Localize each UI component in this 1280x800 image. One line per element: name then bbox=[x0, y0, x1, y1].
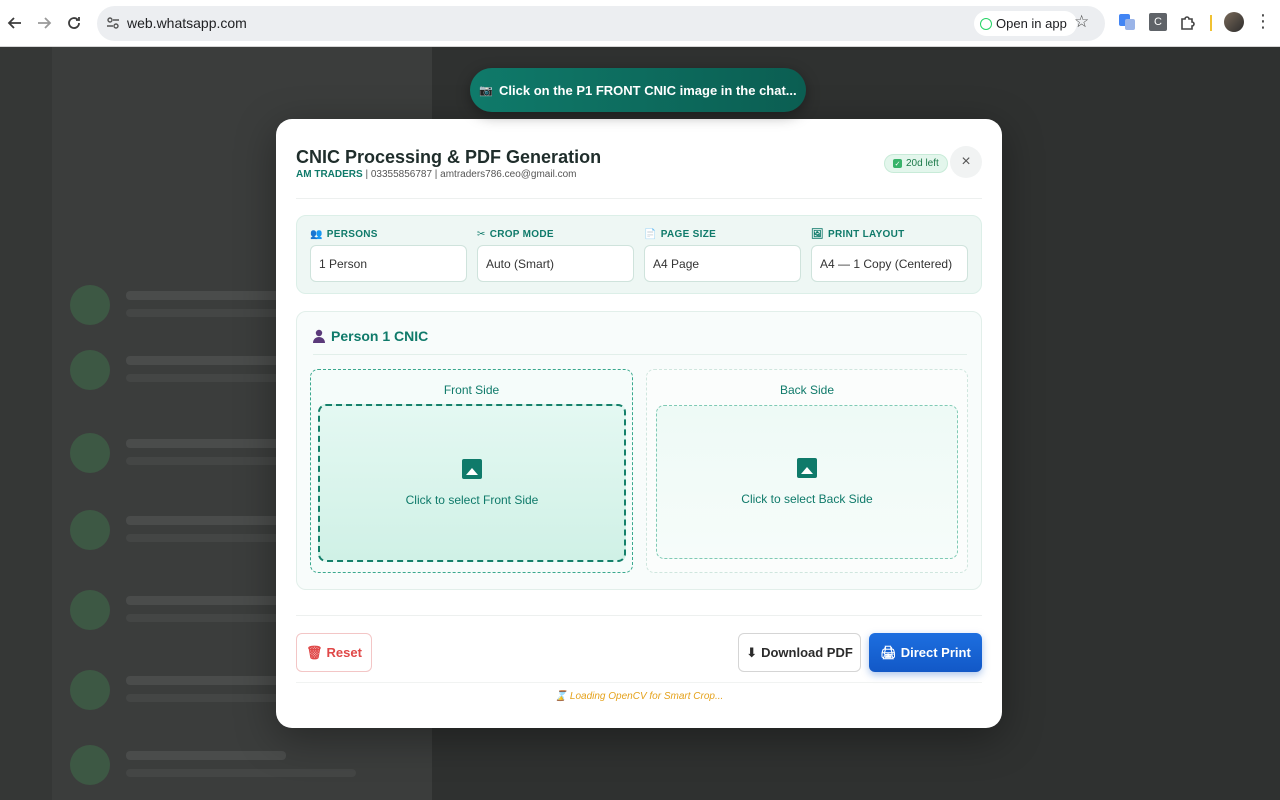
toolbar-separator bbox=[1210, 15, 1212, 31]
url-text[interactable]: web.whatsapp.com bbox=[127, 15, 247, 31]
license-badge: ✓ 20d left bbox=[884, 154, 948, 173]
front-side-title: Front Side bbox=[443, 383, 500, 397]
print-layout-setting: 🖼 PRINT LAYOUT A4 — 1 Copy (Centered) bbox=[811, 227, 968, 282]
brand-name: AM TRADERS bbox=[296, 169, 363, 180]
whatsapp-icon bbox=[980, 17, 992, 30]
extensions-puzzle-icon[interactable] bbox=[1179, 13, 1197, 31]
loading-text: Loading OpenCV for Smart Crop... bbox=[569, 691, 724, 702]
reload-button[interactable] bbox=[59, 8, 89, 38]
browser-toolbar: web.whatsapp.com Open in app ☆ C ⋮ bbox=[0, 0, 1280, 47]
loading-status: ⌛ Loading OpenCV for Smart Crop... bbox=[276, 691, 1002, 702]
contact-info: | 03355856787 | amtraders786.ceo@gmail.c… bbox=[362, 169, 577, 180]
crop-mode-setting: ✂ CROP MODE Auto (Smart) bbox=[477, 227, 634, 282]
close-button[interactable]: × bbox=[950, 146, 982, 178]
print-layout-label: PRINT LAYOUT bbox=[828, 228, 905, 240]
page-size-label: PAGE SIZE bbox=[660, 228, 717, 240]
front-side-dropzone[interactable]: Click to select Front Side bbox=[318, 404, 626, 562]
open-in-app-label: Open in app bbox=[996, 16, 1067, 31]
image-icon bbox=[462, 459, 482, 479]
person-icon bbox=[313, 329, 325, 343]
image-icon bbox=[797, 458, 817, 478]
site-settings-icon[interactable] bbox=[105, 15, 121, 31]
bookmark-star-icon[interactable]: ☆ bbox=[1074, 12, 1089, 32]
check-icon: ✓ bbox=[893, 159, 902, 168]
print-layout-select[interactable]: A4 — 1 Copy (Centered) bbox=[811, 245, 968, 282]
persons-select[interactable]: 1 Person bbox=[310, 245, 467, 282]
scissors-icon: ✂ bbox=[477, 228, 486, 240]
back-side-panel: Back Side Click to select Back Side bbox=[646, 369, 968, 573]
license-badge-text: 20d left bbox=[906, 158, 939, 169]
crop-mode-label: CROP MODE bbox=[489, 228, 554, 240]
front-side-panel: Front Side Click to select Front Side bbox=[310, 369, 633, 573]
download-arrow-icon: ⬇ bbox=[746, 644, 758, 660]
reset-label: Reset bbox=[326, 645, 362, 660]
modal-title: CNIC Processing & PDF Generation bbox=[296, 147, 602, 167]
download-pdf-button[interactable]: ⬇ Download PDF bbox=[738, 633, 861, 672]
people-icon: 👥 bbox=[310, 228, 323, 240]
list-item bbox=[70, 737, 410, 793]
person-divider bbox=[313, 354, 967, 355]
persons-setting: 👥 PERSONS 1 Person bbox=[310, 227, 467, 282]
browser-menu-icon[interactable]: ⋮ bbox=[1254, 11, 1272, 32]
back-side-prompt: Click to select Back Side bbox=[741, 492, 873, 506]
back-side-title: Back Side bbox=[779, 383, 835, 397]
side-rail bbox=[0, 47, 52, 800]
persons-label: PERSONS bbox=[326, 228, 378, 240]
c-extension-label: C bbox=[1154, 16, 1162, 28]
header-divider bbox=[296, 198, 982, 199]
trash-icon: 🗑 bbox=[306, 644, 323, 660]
modal-subtitle: AM TRADERS | 03355856787 | amtraders786.… bbox=[296, 169, 576, 180]
back-button[interactable] bbox=[0, 8, 30, 38]
forward-arrow-icon bbox=[38, 17, 52, 29]
back-arrow-icon bbox=[7, 17, 21, 29]
forward-button[interactable] bbox=[29, 8, 59, 38]
reload-icon bbox=[68, 17, 80, 29]
page-size-select[interactable]: A4 Page bbox=[644, 245, 801, 282]
toast-text: Click on the P1 FRONT CNIC image in the … bbox=[499, 82, 797, 98]
person-title: Person 1 CNIC bbox=[313, 328, 428, 344]
page-size-setting: 📄 PAGE SIZE A4 Page bbox=[644, 227, 801, 282]
person-title-text: Person 1 CNIC bbox=[331, 328, 429, 344]
hourglass-icon: ⌛ bbox=[554, 691, 570, 702]
direct-print-button[interactable]: 🖨 Direct Print bbox=[869, 633, 982, 672]
c-extension-icon[interactable]: C bbox=[1149, 13, 1167, 31]
person-1-card: Person 1 CNIC Front Side Click to select… bbox=[296, 311, 982, 590]
status-divider bbox=[296, 682, 982, 683]
open-in-app-button[interactable]: Open in app bbox=[974, 11, 1077, 36]
front-side-prompt: Click to select Front Side bbox=[405, 493, 539, 507]
footer-divider bbox=[296, 615, 982, 616]
back-side-dropzone[interactable]: Click to select Back Side bbox=[656, 405, 958, 559]
profile-avatar[interactable] bbox=[1224, 12, 1244, 32]
cnic-modal: CNIC Processing & PDF Generation AM TRAD… bbox=[276, 119, 1002, 728]
layout-icon: 🖼 bbox=[811, 228, 824, 240]
crop-mode-select[interactable]: Auto (Smart) bbox=[477, 245, 634, 282]
reset-button[interactable]: 🗑 Reset bbox=[296, 633, 372, 672]
address-bar[interactable]: web.whatsapp.com Open in app ☆ bbox=[97, 6, 1105, 41]
page-icon: 📄 bbox=[644, 228, 657, 240]
camera-icon: 📷 bbox=[479, 84, 494, 97]
instruction-toast: 📷 Click on the P1 FRONT CNIC image in th… bbox=[470, 68, 806, 112]
translate-extension-icon[interactable] bbox=[1118, 13, 1136, 31]
settings-panel: 👥 PERSONS 1 Person ✂ CROP MODE Auto (Sma… bbox=[296, 215, 982, 294]
printer-icon: 🖨 bbox=[880, 644, 897, 660]
download-label: Download PDF bbox=[761, 645, 853, 660]
print-label: Direct Print bbox=[900, 645, 971, 660]
